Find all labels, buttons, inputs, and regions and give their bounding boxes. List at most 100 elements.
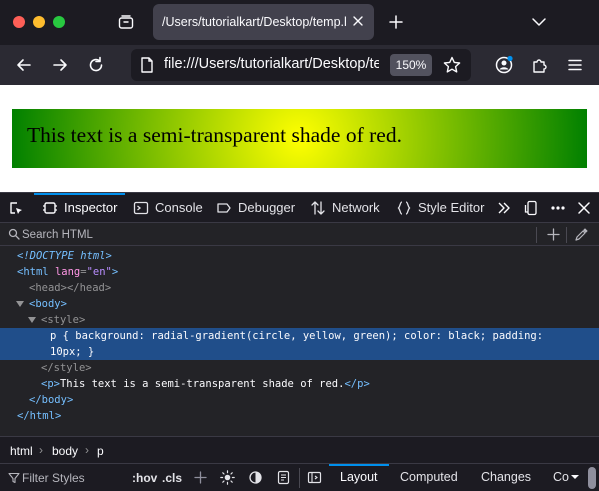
- close-window-button[interactable]: [13, 16, 25, 28]
- light-scheme-sun-icon[interactable]: [220, 470, 235, 485]
- maximize-window-button[interactable]: [53, 16, 65, 28]
- title-bar: /Users/tutorialkart/Desktop/temp.html: [0, 0, 599, 45]
- breadcrumb-html[interactable]: html: [10, 444, 33, 458]
- extensions-puzzle-icon[interactable]: [529, 54, 551, 76]
- tag-name: body: [35, 298, 61, 310]
- tag-name: head: [79, 282, 105, 294]
- breadcrumb-p[interactable]: p: [97, 444, 104, 458]
- tab-style-editor[interactable]: Style Editor: [396, 193, 484, 222]
- debugger-icon: [217, 202, 231, 213]
- eyedropper-icon[interactable]: [574, 227, 589, 242]
- hamburger-menu-icon[interactable]: [564, 54, 586, 76]
- close-tab-icon[interactable]: [350, 13, 366, 29]
- braces-icon: [397, 200, 411, 215]
- tab-changes[interactable]: Changes: [481, 464, 531, 491]
- expand-twisty-icon[interactable]: [16, 301, 24, 307]
- tag-name: head: [35, 282, 61, 294]
- markup-node-style-text-selected[interactable]: p { background: radial-gradient(circle, …: [0, 328, 599, 360]
- tag-name: html: [23, 266, 49, 278]
- markup-node-html[interactable]: <html lang="en">: [0, 264, 599, 280]
- attr-name: lang: [54, 266, 81, 278]
- expand-twisty-icon[interactable]: [28, 317, 36, 323]
- tab-groups-icon[interactable]: [117, 13, 135, 31]
- divider: [299, 468, 300, 488]
- reload-icon[interactable]: [85, 54, 107, 76]
- browser-tab-active[interactable]: /Users/tutorialkart/Desktop/temp.html: [153, 4, 374, 40]
- p-text-content: This text is a semi-transparent shade of…: [59, 378, 345, 390]
- markup-node-html-close[interactable]: </html>: [0, 408, 599, 424]
- close-devtools-icon[interactable]: [576, 200, 592, 216]
- search-icon: [8, 228, 20, 240]
- search-html-input[interactable]: [22, 226, 522, 243]
- tab-label: Inspector: [64, 200, 118, 215]
- more-tabs-chevron-icon[interactable]: [496, 200, 512, 216]
- breadcrumb: html › body › p: [0, 436, 599, 463]
- file-icon: [141, 57, 153, 73]
- back-arrow-icon[interactable]: [13, 54, 35, 76]
- forward-arrow-icon[interactable]: [49, 54, 71, 76]
- hover-states-toggle[interactable]: :hov: [132, 471, 157, 485]
- markup-node-doctype[interactable]: <!DOCTYPE html>: [0, 248, 599, 264]
- style-close-tag: </style>: [41, 362, 92, 374]
- chevron-down-icon[interactable]: [570, 472, 580, 482]
- tab-label: Debugger: [238, 200, 296, 215]
- responsive-design-icon[interactable]: [523, 200, 539, 216]
- filter-styles-input[interactable]: [22, 470, 122, 486]
- tag-name: html: [29, 410, 55, 422]
- markup-node-style-close[interactable]: </style>: [0, 360, 599, 376]
- scrollbar-handle[interactable]: [588, 467, 596, 489]
- html-open-tag: <html lang="en">: [17, 266, 119, 278]
- add-rule-plus-icon[interactable]: [193, 470, 208, 485]
- breadcrumb-separator-icon: ›: [39, 443, 43, 457]
- url-bar[interactable]: file:///Users/tutorialkart/Desktop/temp.…: [131, 49, 471, 81]
- tab-layout[interactable]: Layout: [329, 464, 388, 491]
- new-tab-icon[interactable]: [387, 13, 405, 31]
- tag-name: style: [53, 362, 86, 374]
- tab-title: /Users/tutorialkart/Desktop/temp.html: [162, 15, 346, 29]
- tag-name: body: [41, 394, 67, 406]
- markup-view: <!DOCTYPE html> <html lang="en"> <head><…: [0, 246, 599, 436]
- tab-network[interactable]: Network: [310, 193, 380, 222]
- print-media-document-icon[interactable]: [276, 470, 291, 485]
- markup-node-style[interactable]: <style>: [0, 312, 599, 328]
- tab-debugger[interactable]: Debugger: [216, 193, 295, 222]
- chevron-down-icon[interactable]: [530, 14, 548, 30]
- search-html-bar: [0, 222, 599, 246]
- markup-node-head[interactable]: <head></head>: [0, 280, 599, 296]
- demo-paragraph: This text is a semi-transparent shade of…: [12, 109, 587, 168]
- tab-label: Network: [332, 200, 380, 215]
- more-options-icon[interactable]: [550, 200, 566, 216]
- classes-toggle[interactable]: .cls: [162, 471, 182, 485]
- markup-node-p[interactable]: <p>This text is a semi-transparent shade…: [0, 376, 599, 392]
- tag-name: p: [47, 378, 54, 390]
- tab-console[interactable]: Console: [133, 193, 203, 222]
- url-text[interactable]: file:///Users/tutorialkart/Desktop/temp.…: [164, 56, 379, 72]
- account-icon[interactable]: [493, 54, 515, 76]
- page-viewport: This text is a semi-transparent shade of…: [0, 85, 599, 192]
- tab-computed[interactable]: Computed: [400, 464, 458, 491]
- markup-node-body-close[interactable]: </body>: [0, 392, 599, 408]
- head-tag: <head></head>: [29, 282, 112, 294]
- html-close-tag: </html>: [17, 410, 62, 422]
- filter-icon: [8, 472, 20, 484]
- body-open-tag: <body>: [29, 298, 67, 310]
- markup-node-body[interactable]: <body>: [0, 296, 599, 312]
- dark-scheme-contrast-icon[interactable]: [248, 470, 263, 485]
- tab-label: Style Editor: [418, 200, 485, 215]
- tab-compatibility[interactable]: Co: [553, 464, 569, 491]
- add-node-plus-icon[interactable]: [546, 227, 561, 242]
- element-picker-icon[interactable]: [8, 200, 24, 216]
- css-rule-line-1: p { background: radial-gradient(circle, …: [50, 330, 544, 342]
- zoom-level-badge[interactable]: 150%: [390, 54, 432, 76]
- toggle-sidebar-icon[interactable]: [307, 470, 322, 485]
- devtools-toolbar: Inspector Console Debugger Network Style…: [0, 192, 599, 222]
- breadcrumb-body[interactable]: body: [52, 444, 78, 458]
- bookmark-star-icon[interactable]: [442, 55, 462, 75]
- breadcrumb-separator-icon: ›: [85, 443, 89, 457]
- attr-value: "en": [86, 266, 112, 278]
- p-element: <p>This text is a semi-transparent shade…: [41, 378, 370, 390]
- navigation-toolbar: file:///Users/tutorialkart/Desktop/temp.…: [0, 45, 599, 85]
- minimize-window-button[interactable]: [33, 16, 45, 28]
- style-open-tag: <style>: [41, 314, 86, 326]
- tab-inspector[interactable]: Inspector: [33, 193, 127, 222]
